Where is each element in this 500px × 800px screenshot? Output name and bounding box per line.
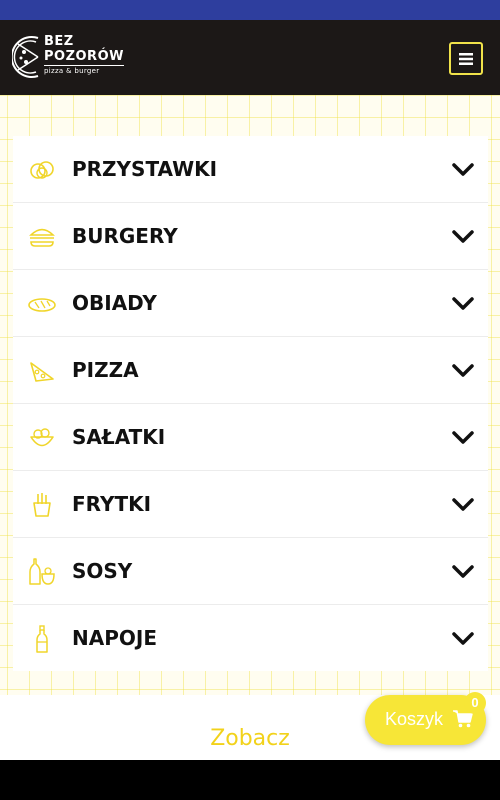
chevron-down-icon xyxy=(452,632,474,645)
category-row-frytki[interactable]: FRYTKI xyxy=(13,471,488,538)
chevron-down-icon xyxy=(452,565,474,578)
dinner-icon xyxy=(27,291,57,317)
sauce-icon xyxy=(27,558,57,585)
category-row-sosy[interactable]: SOSY xyxy=(13,538,488,605)
category-row-obiady[interactable]: OBIADY xyxy=(13,270,488,337)
logo-subtitle: pizza & burger xyxy=(44,67,100,75)
cart-label: Koszyk xyxy=(385,709,444,729)
logo-text: BEZ POZORÓW pizza & burger xyxy=(44,34,124,76)
chevron-down-icon xyxy=(452,230,474,243)
category-label: PIZZA xyxy=(72,358,139,382)
chevron-down-icon xyxy=(452,364,474,377)
appetizer-icon xyxy=(27,157,57,183)
burger-icon xyxy=(27,224,57,250)
category-label: FRYTKI xyxy=(72,492,152,516)
logo[interactable]: BEZ POZORÓW pizza & burger xyxy=(12,32,124,84)
category-row-burgery[interactable]: BURGERY xyxy=(13,203,488,270)
category-label: BURGERY xyxy=(72,224,178,248)
salad-icon xyxy=(27,425,57,451)
category-label: PRZYSTAWKI xyxy=(72,157,218,181)
logo-line2: POZORÓW xyxy=(44,49,124,66)
category-row-napoje[interactable]: NAPOJE xyxy=(13,605,488,672)
logo-line1: BEZ xyxy=(44,34,74,49)
chevron-down-icon xyxy=(452,431,474,444)
hamburger-icon xyxy=(459,52,473,65)
category-row-salatki[interactable]: SAŁATKI xyxy=(13,404,488,471)
category-label: OBIADY xyxy=(72,291,157,315)
category-label: NAPOJE xyxy=(72,626,157,650)
site-header: BEZ POZORÓW pizza & burger xyxy=(0,20,500,95)
fries-icon xyxy=(27,492,57,518)
cart-count-badge: 0 xyxy=(464,692,486,714)
pizza-icon xyxy=(27,358,57,384)
chevron-down-icon xyxy=(452,163,474,176)
category-row-przystawki[interactable]: PRZYSTAWKI xyxy=(13,136,488,203)
category-list: PRZYSTAWKI BURGERY OBIADY PIZZA SAŁATKI … xyxy=(13,136,488,671)
category-label: SOSY xyxy=(72,559,133,583)
chevron-down-icon xyxy=(452,498,474,511)
category-row-pizza[interactable]: PIZZA xyxy=(13,337,488,404)
system-navigation-bar xyxy=(0,760,500,800)
status-bar xyxy=(0,0,500,20)
category-label: SAŁATKI xyxy=(72,425,166,449)
pizza-logo-icon xyxy=(12,36,39,78)
drink-icon xyxy=(27,625,57,653)
hamburger-menu-button[interactable] xyxy=(449,42,483,75)
chevron-down-icon xyxy=(452,297,474,310)
